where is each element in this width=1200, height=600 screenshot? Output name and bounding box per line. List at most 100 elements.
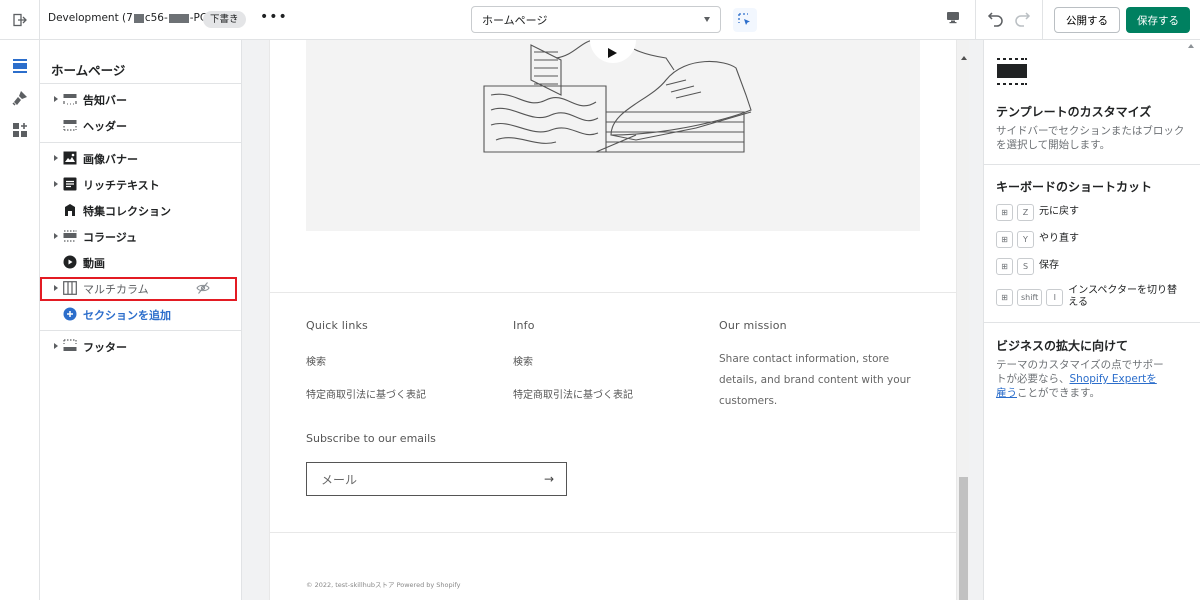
- expand-arrow-icon[interactable]: [54, 155, 58, 161]
- more-actions-button[interactable]: •••: [260, 9, 288, 25]
- play-icon: [63, 255, 77, 269]
- expand-arrow-icon[interactable]: [54, 96, 58, 102]
- inspector-icon: [738, 13, 750, 25]
- desktop-icon: [947, 12, 959, 24]
- draft-badge: 下書き: [203, 11, 246, 28]
- inspector-toggle-button[interactable]: [733, 8, 757, 32]
- expand-arrow-icon[interactable]: [54, 233, 58, 239]
- publish-button[interactable]: 公開する: [1054, 7, 1120, 33]
- expand-arrow-icon[interactable]: [54, 343, 58, 349]
- sections-icon: [13, 59, 27, 73]
- shortcuts-title: キーボードのショートカット: [996, 180, 1153, 194]
- shoes-illustration: [483, 40, 752, 153]
- theme-name: Development (7 c56- -PC): [48, 12, 212, 24]
- chevron-down-icon: [704, 17, 710, 22]
- sidebar-divider: [40, 330, 242, 331]
- undo-button[interactable]: [987, 9, 1005, 30]
- tree-item-collage[interactable]: コラージュ: [40, 225, 242, 247]
- redacted-text: [133, 13, 144, 23]
- preview-scroll-up-arrow[interactable]: [961, 56, 967, 60]
- rail-theme-settings-button[interactable]: [8, 86, 32, 110]
- desktop-preview-button[interactable]: [946, 10, 960, 27]
- footer-link[interactable]: 検索: [306, 353, 326, 368]
- paintbrush-icon: [12, 91, 27, 106]
- text-block-icon: [63, 177, 77, 191]
- tree-item-header[interactable]: ヘッダー: [40, 114, 242, 136]
- copyright-text: © 2022, test-skillhubストア Powered by Shop…: [306, 581, 461, 589]
- footer-heading-quick-links: Quick links: [306, 319, 368, 332]
- business-title: ビジネスの拡大に向けて: [996, 339, 1129, 353]
- play-button[interactable]: [590, 40, 636, 66]
- shortcut-key: Y: [1017, 230, 1034, 248]
- topbar-divider: [975, 0, 976, 40]
- shortcut-undo: ⊞ Z 元に戻す: [996, 202, 1079, 222]
- video-section[interactable]: [306, 40, 920, 231]
- windows-key: ⊞: [996, 288, 1013, 306]
- add-section-button[interactable]: セクションを追加: [40, 303, 242, 325]
- footer-heading-our-mission: Our mission: [719, 319, 787, 332]
- sidebar-divider: [40, 142, 242, 143]
- settings-panel: テンプレートのカスタマイズ サイドバーでセクションまたはブロックを選択して開始し…: [983, 40, 1200, 600]
- tree-item-featured-collection[interactable]: 特集コレクション: [40, 199, 242, 221]
- footer-icon: [63, 339, 77, 351]
- tree-item-image-banner[interactable]: 画像バナー: [40, 147, 242, 169]
- exit-icon: [12, 13, 27, 27]
- image-icon: [63, 151, 77, 165]
- redo-button[interactable]: [1013, 9, 1031, 30]
- tree-item-rich-text[interactable]: リッチテキスト: [40, 173, 242, 195]
- newsletter-heading: Subscribe to our emails: [306, 432, 436, 445]
- highlight-annotation-box: [40, 277, 237, 301]
- redo-icon: [1015, 12, 1031, 27]
- newsletter-email-input[interactable]: メール →: [306, 462, 567, 496]
- preview-scrollbar-thumb[interactable]: [959, 477, 968, 600]
- business-description: テーマのカスタマイズの点でサポートが必要なら、Shopify Expertを雇う…: [996, 359, 1164, 399]
- windows-key: ⊞: [996, 203, 1013, 221]
- undo-icon: [987, 12, 1003, 27]
- windows-key: ⊞: [996, 230, 1013, 248]
- customize-title: テンプレートのカスタマイズ: [996, 105, 1152, 119]
- arrow-right-icon[interactable]: →: [544, 472, 554, 486]
- customize-description: サイドバーでセクションまたはブロックを選択して開始します。: [996, 125, 1185, 151]
- collection-icon: [65, 204, 75, 216]
- shortcut-key: S: [1017, 257, 1034, 275]
- editor-topbar: Development (7 c56- -PC) 下書き ••• ホームページ 公開…: [0, 0, 1200, 40]
- save-button[interactable]: 保存する: [1126, 7, 1190, 33]
- shortcut-toggle-inspector: ⊞ shift I インスペクターを切り替える: [996, 284, 1178, 310]
- footer-mission-text: Share contact information, store details…: [719, 353, 911, 407]
- redacted-text: [168, 13, 189, 23]
- panel-divider: [984, 322, 1200, 323]
- apps-icon: [13, 123, 27, 137]
- sidebar-divider: [40, 83, 242, 84]
- footer-divider: [270, 532, 956, 533]
- footer-link[interactable]: 特定商取引法に基づく表記: [513, 386, 633, 401]
- panel-scroll-up-arrow[interactable]: [1188, 44, 1194, 48]
- rail-apps-button[interactable]: [8, 118, 32, 142]
- template-sections-icon: [997, 58, 1027, 85]
- windows-key: ⊞: [996, 257, 1013, 275]
- tree-item-announcement-bar[interactable]: 告知バー: [40, 88, 242, 110]
- storefront-preview: Quick links 検索 特定商取引法に基づく表記 Info 検索 特定商取…: [269, 40, 957, 600]
- shortcut-save: ⊞ S 保存: [996, 256, 1059, 276]
- editor-icon-rail: [0, 40, 40, 600]
- footer-heading-info: Info: [513, 319, 535, 332]
- footer-link[interactable]: 特定商取引法に基づく表記: [306, 386, 426, 401]
- exit-button[interactable]: [0, 0, 40, 40]
- tree-item-video[interactable]: 動画: [40, 251, 242, 273]
- footer-link[interactable]: 検索: [513, 353, 533, 368]
- panel-divider: [984, 164, 1200, 165]
- section-tree-sidebar: ホームページ 告知バー ヘッダー 画像バナー リッチテキスト 特集コレクション …: [40, 40, 242, 600]
- shortcut-key: I: [1046, 288, 1064, 306]
- sidebar-title: ホームページ: [51, 63, 126, 78]
- plus-circle-icon: [63, 307, 77, 321]
- header-icon: [63, 120, 77, 131]
- footer-divider: [270, 292, 956, 293]
- tree-item-footer[interactable]: フッター: [40, 335, 242, 357]
- rail-sections-button[interactable]: [8, 54, 32, 78]
- expand-arrow-icon[interactable]: [54, 181, 58, 187]
- shortcut-key: shift: [1017, 288, 1043, 306]
- collage-icon: [63, 230, 77, 242]
- announcement-bar-icon: [63, 94, 77, 105]
- shortcut-redo: ⊞ Y やり直す: [996, 229, 1079, 249]
- page-selector[interactable]: ホームページ: [471, 6, 721, 33]
- shortcut-key: Z: [1017, 203, 1034, 221]
